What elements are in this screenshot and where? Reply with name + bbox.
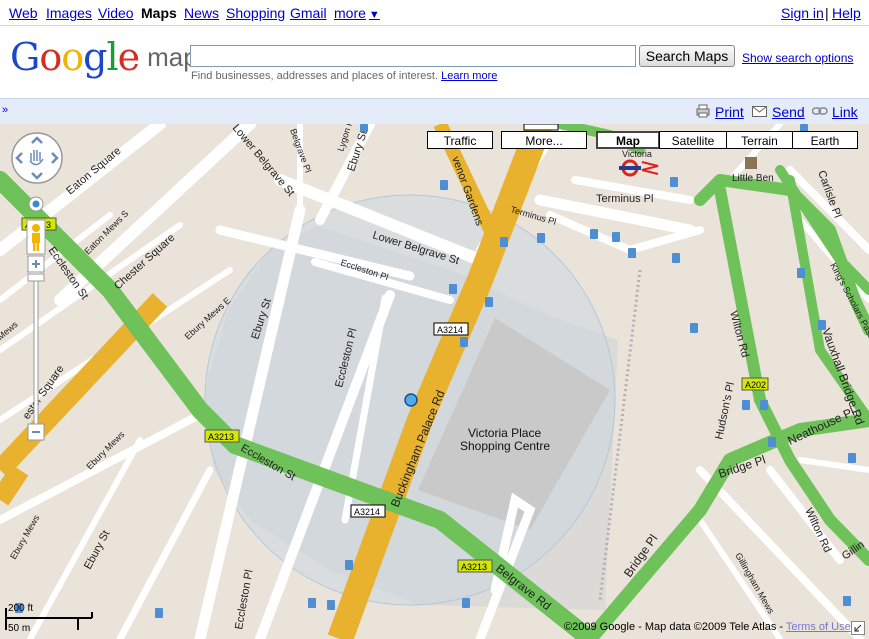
traffic-button[interactable]: Traffic bbox=[427, 131, 493, 149]
svg-text:A202: A202 bbox=[745, 380, 766, 390]
copyright-notice: ©2009 Google - Map data ©2009 Tele Atlas… bbox=[564, 621, 851, 633]
map-type-earth[interactable]: Earth bbox=[792, 131, 858, 149]
topnav-divider bbox=[0, 25, 869, 26]
search-hint: Find businesses, addresses and places of… bbox=[191, 70, 497, 82]
show-search-options-link[interactable]: Show search options bbox=[742, 51, 853, 65]
shield-a202: A202 bbox=[741, 377, 769, 391]
shield-a3214-3 bbox=[523, 124, 559, 131]
target-icon bbox=[32, 200, 40, 208]
pegman-icon[interactable] bbox=[26, 219, 46, 255]
rail-icon bbox=[641, 161, 659, 175]
label-shopping-centre: Shopping Centre bbox=[460, 439, 550, 453]
label-little-ben: Little Ben bbox=[732, 173, 774, 184]
link-link[interactable]: Link bbox=[832, 104, 858, 120]
label-lower-belgrave-st-1: Lower Belgrave St bbox=[230, 124, 297, 199]
google-logo-text: Google bbox=[10, 35, 140, 79]
help-link[interactable]: Help bbox=[832, 5, 861, 21]
logo-letter: G bbox=[10, 35, 40, 79]
nav-news[interactable]: News bbox=[184, 5, 219, 21]
label-hudsons-pl: Hudson's Pl bbox=[713, 381, 737, 441]
search-input[interactable] bbox=[190, 45, 636, 67]
top-navigation: Web Images Video Maps News Shopping Gmai… bbox=[0, 0, 869, 26]
map-graphics: Eaton Square Eaton Mews S Chester Square… bbox=[0, 124, 869, 639]
nav-web[interactable]: Web bbox=[9, 5, 38, 21]
label-terminus-pl-2: Terminus Pl bbox=[509, 204, 557, 227]
location-marker[interactable] bbox=[404, 393, 418, 407]
learn-more-link[interactable]: Learn more bbox=[441, 70, 497, 82]
logo-letter: o bbox=[39, 35, 62, 79]
logo-letter: l bbox=[106, 35, 118, 79]
map-type-terrain[interactable]: Terrain bbox=[726, 131, 793, 149]
nav-more-label: more bbox=[334, 5, 366, 21]
nav-video[interactable]: Video bbox=[98, 5, 134, 21]
logo-letter: o bbox=[61, 35, 84, 79]
little-ben-marker bbox=[745, 157, 757, 169]
logo-letter: e bbox=[117, 35, 140, 79]
nav-images[interactable]: Images bbox=[46, 5, 92, 21]
shield-a3214-2: A3214 bbox=[350, 504, 386, 518]
shield-a3214-1: A3214 bbox=[433, 322, 469, 336]
zoom-slider-handle[interactable] bbox=[27, 273, 45, 282]
sign-in-link[interactable]: Sign in bbox=[781, 5, 824, 21]
svg-text:A3214: A3214 bbox=[437, 325, 463, 335]
more-layers-button[interactable]: More... bbox=[501, 131, 587, 149]
terms-of-use-link[interactable]: Terms of Use bbox=[786, 621, 851, 633]
label-eaton-square-road: Eaton Square bbox=[64, 145, 123, 197]
send-link[interactable]: Send bbox=[772, 104, 805, 120]
svg-text:A3214: A3214 bbox=[354, 507, 380, 517]
label-terminus-pl-1: Terminus Pl bbox=[596, 193, 653, 205]
nav-more[interactable]: more ▼ bbox=[334, 5, 380, 21]
google-maps-logo[interactable]: Google maps bbox=[10, 38, 211, 76]
map-canvas[interactable]: Eaton Square Eaton Mews S Chester Square… bbox=[0, 124, 869, 639]
chain-link-icon[interactable] bbox=[812, 106, 828, 116]
print-link[interactable]: Print bbox=[715, 104, 744, 120]
collapse-panel-icon[interactable]: » bbox=[2, 104, 14, 116]
nav-gmail[interactable]: Gmail bbox=[290, 5, 327, 21]
label-ebury-mews-2: Ebury Mews bbox=[8, 513, 42, 561]
label-victoria: Victoria bbox=[622, 149, 652, 159]
nav-shopping[interactable]: Shopping bbox=[226, 5, 285, 21]
svg-text:A3213: A3213 bbox=[461, 562, 487, 572]
underground-icon bbox=[619, 159, 641, 177]
search-maps-button[interactable]: Search Maps bbox=[639, 45, 735, 67]
label-eccleston-pl-3: Eccleston Pl bbox=[233, 569, 255, 631]
shield-a3213-2: A3213 bbox=[204, 429, 240, 443]
search-hint-text: Find businesses, addresses and places of… bbox=[191, 70, 439, 82]
logo-letter: g bbox=[83, 35, 107, 79]
label-victoria-place: Victoria Place bbox=[468, 426, 541, 440]
scale-feet-label: 200 ft bbox=[8, 603, 34, 614]
zoom-slider-track[interactable] bbox=[33, 273, 39, 425]
printer-icon[interactable] bbox=[696, 104, 710, 118]
nav-separator: | bbox=[825, 5, 829, 21]
copyright-text: ©2009 Google - Map data ©2009 Tele Atlas… bbox=[564, 621, 784, 633]
scale-meters-label: 50 m bbox=[8, 623, 31, 634]
nav-maps[interactable]: Maps bbox=[141, 5, 177, 21]
pan-zoom-control bbox=[11, 132, 63, 441]
resize-corner-icon[interactable] bbox=[851, 621, 865, 635]
map-type-satellite[interactable]: Satellite bbox=[659, 131, 727, 149]
svg-text:A3213: A3213 bbox=[208, 432, 234, 442]
envelope-icon[interactable] bbox=[752, 106, 767, 117]
chevron-down-icon: ▼ bbox=[368, 9, 380, 21]
map-type-map[interactable]: Map bbox=[596, 131, 660, 149]
shield-a3213-3: A3213 bbox=[457, 559, 493, 573]
